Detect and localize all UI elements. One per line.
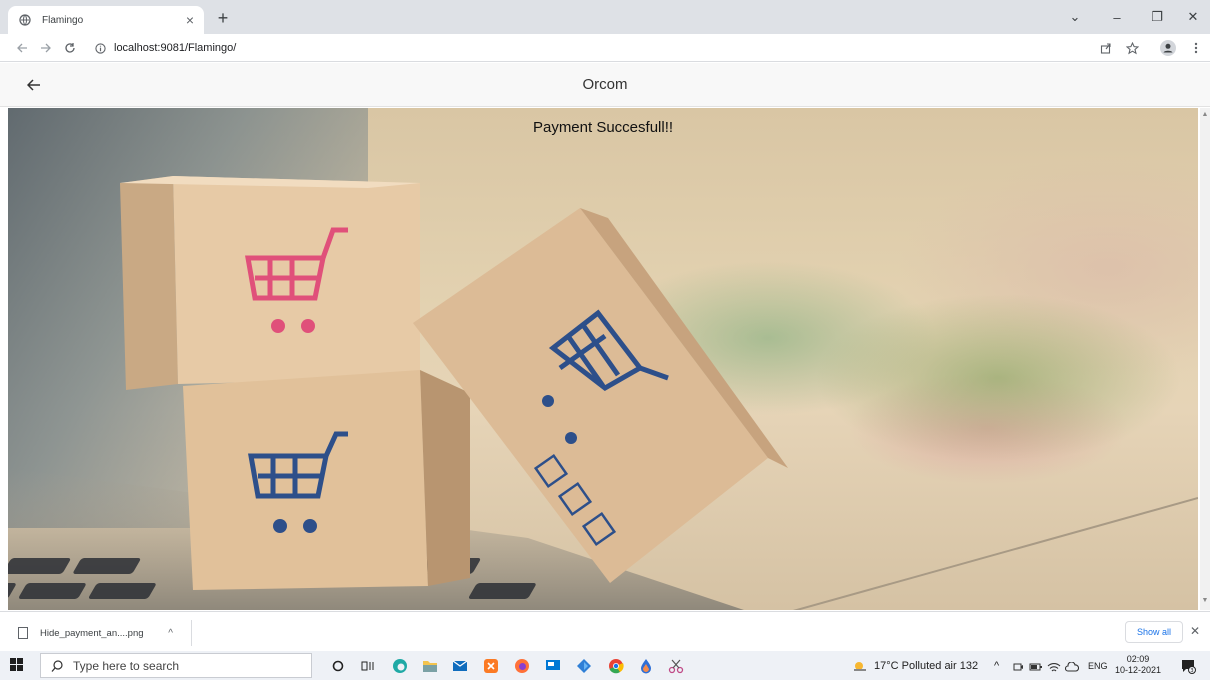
cortana-icon[interactable] — [328, 656, 348, 676]
scroll-up-icon[interactable]: ▲ — [1200, 110, 1210, 120]
search-icon — [51, 659, 63, 672]
vscode-app-icon[interactable] — [574, 656, 594, 676]
onedrive-icon[interactable] — [1062, 657, 1082, 677]
wifi-icon[interactable] — [1044, 657, 1064, 677]
info-icon[interactable] — [92, 40, 108, 56]
windows-start-icon[interactable] — [10, 658, 24, 672]
clock-time: 02:09 — [1126, 654, 1150, 664]
meet-now-icon[interactable] — [1008, 657, 1028, 677]
globe-icon — [18, 13, 32, 27]
monitor-app-icon[interactable] — [543, 656, 563, 676]
browser-toolbar: localhost:9081/Flamingo/ — [0, 34, 1210, 62]
snipping-tool-icon[interactable] — [666, 656, 686, 676]
payment-success-message: Payment Succesfull!! — [532, 119, 674, 136]
url-text: localhost:9081/Flamingo/ — [114, 42, 237, 54]
show-all-button[interactable]: Show all — [1125, 621, 1183, 643]
notifications-icon[interactable]: 3 — [1178, 656, 1198, 676]
battery-icon[interactable] — [1026, 657, 1046, 677]
image-file-icon — [18, 627, 28, 639]
taskbar-search-input[interactable]: Type here to search — [40, 653, 312, 678]
forward-icon[interactable] — [34, 36, 58, 60]
firefox-icon[interactable] — [512, 656, 532, 676]
app-header: Orcom — [0, 63, 1210, 107]
new-tab-button[interactable]: + — [212, 7, 234, 29]
svg-text:3: 3 — [1190, 668, 1193, 674]
task-view-icon[interactable] — [358, 656, 378, 676]
language-indicator[interactable]: ENG — [1088, 661, 1108, 671]
tab-search-icon[interactable]: ⌄ — [1058, 0, 1092, 34]
minimize-icon[interactable]: – — [1100, 0, 1134, 34]
tab-close-icon[interactable]: × — [186, 13, 194, 27]
search-placeholder: Type here to search — [73, 658, 180, 673]
weather-icon[interactable] — [850, 656, 870, 676]
edge-icon[interactable] — [390, 656, 410, 676]
chrome-icon[interactable] — [606, 656, 626, 676]
boxes-illustration — [120, 176, 788, 590]
downloads-bar: Hide_payment_an....png ^ Show all ✕ — [0, 611, 1210, 651]
chevron-up-icon[interactable]: ^ — [168, 628, 173, 639]
star-icon[interactable] — [1122, 38, 1142, 58]
page-scrollbar[interactable]: ▲ ▼ — [1200, 108, 1210, 610]
share-icon[interactable] — [1096, 38, 1116, 58]
address-bar[interactable]: localhost:9081/Flamingo/ — [92, 37, 1092, 59]
browser-tabstrip: Flamingo × + ⌄ – ❐ ✕ — [0, 0, 1210, 34]
windows-taskbar: Type here to search 17°C Polluted air 13… — [0, 651, 1210, 680]
scroll-down-icon[interactable]: ▼ — [1200, 596, 1210, 606]
back-icon[interactable] — [10, 36, 34, 60]
tray-expand-icon[interactable]: ^ — [994, 660, 999, 672]
system-clock[interactable]: 02:09 10-12-2021 — [1113, 654, 1163, 676]
download-item[interactable]: Hide_payment_an....png ^ — [18, 620, 192, 646]
mail-icon[interactable] — [450, 656, 470, 676]
paint-drop-icon[interactable] — [636, 656, 656, 676]
menu-icon[interactable] — [1186, 38, 1206, 58]
close-window-icon[interactable]: ✕ — [1176, 0, 1210, 34]
clock-date: 10-12-2021 — [1114, 665, 1162, 675]
tab-title: Flamingo — [42, 14, 84, 26]
page-title: Orcom — [582, 76, 628, 93]
hero-image: Payment Succesfull!! — [8, 108, 1198, 610]
reload-icon[interactable] — [58, 36, 82, 60]
profile-icon[interactable] — [1158, 38, 1178, 58]
restore-icon[interactable]: ❐ — [1140, 0, 1174, 34]
browser-tab[interactable]: Flamingo × — [8, 6, 204, 34]
weather-text[interactable]: 17°C Polluted air 132 — [874, 660, 978, 672]
download-file-name: Hide_payment_an....png — [40, 627, 144, 639]
close-downloads-icon[interactable]: ✕ — [1190, 624, 1200, 638]
xampp-icon[interactable] — [481, 656, 501, 676]
file-explorer-icon[interactable] — [420, 656, 440, 676]
